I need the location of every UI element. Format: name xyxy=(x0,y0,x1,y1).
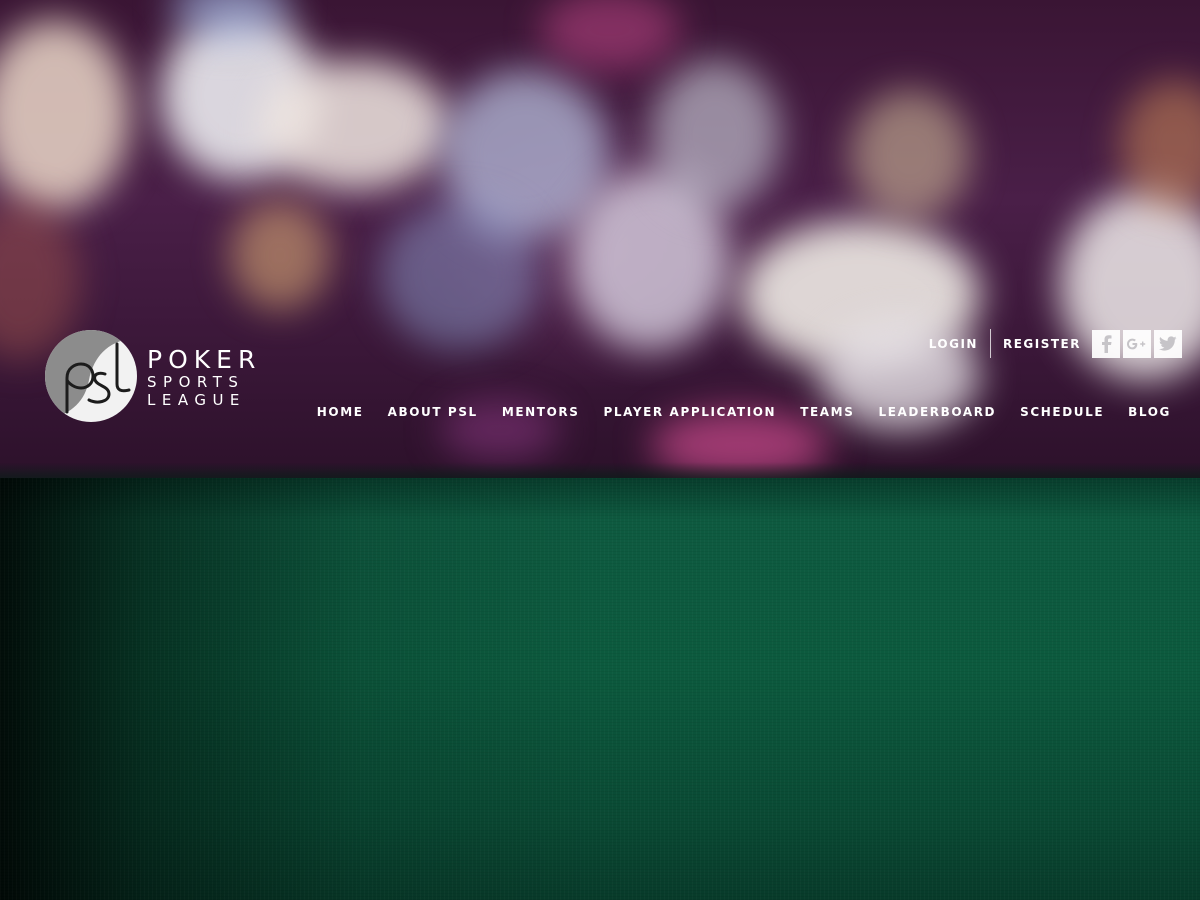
nav-item-schedule[interactable]: SCHEDULE xyxy=(1020,405,1104,419)
twitter-icon xyxy=(1159,336,1177,351)
twitter-button[interactable] xyxy=(1154,329,1182,358)
page: POKER SPORTS LEAGUE LOGIN REGISTER HOME … xyxy=(0,0,1200,900)
psl-logo-mark-icon xyxy=(45,330,137,422)
register-link[interactable]: REGISTER xyxy=(1003,337,1081,351)
nav-item-blog[interactable]: BLOG xyxy=(1128,405,1171,419)
main-nav: HOME ABOUT PSL MENTORS PLAYER APPLICATIO… xyxy=(317,405,1171,419)
google-plus-icon xyxy=(1127,338,1146,349)
google-plus-button[interactable] xyxy=(1123,329,1151,358)
login-link[interactable]: LOGIN xyxy=(929,337,978,351)
logo-wordmark: POKER SPORTS LEAGUE xyxy=(147,345,261,408)
logo-word-sports: SPORTS xyxy=(147,372,245,391)
facebook-button[interactable] xyxy=(1092,329,1120,358)
nav-item-about-psl[interactable]: ABOUT PSL xyxy=(388,405,478,419)
facebook-icon xyxy=(1102,334,1112,353)
utility-bar: LOGIN REGISTER xyxy=(929,329,1182,358)
bokeh-background xyxy=(0,0,1200,500)
nav-item-player-application[interactable]: PLAYER APPLICATION xyxy=(603,405,776,419)
nav-item-home[interactable]: HOME xyxy=(317,405,364,419)
utility-divider xyxy=(989,329,991,358)
site-logo[interactable]: POKER SPORTS LEAGUE xyxy=(45,330,261,422)
nav-item-teams[interactable]: TEAMS xyxy=(800,405,854,419)
logo-word-league: LEAGUE xyxy=(147,390,246,409)
nav-item-leaderboard[interactable]: LEADERBOARD xyxy=(878,405,996,419)
social-links xyxy=(1092,329,1182,358)
felt-texture xyxy=(0,478,1200,900)
nav-item-mentors[interactable]: MENTORS xyxy=(502,405,580,419)
logo-word-poker: POKER xyxy=(147,344,262,374)
